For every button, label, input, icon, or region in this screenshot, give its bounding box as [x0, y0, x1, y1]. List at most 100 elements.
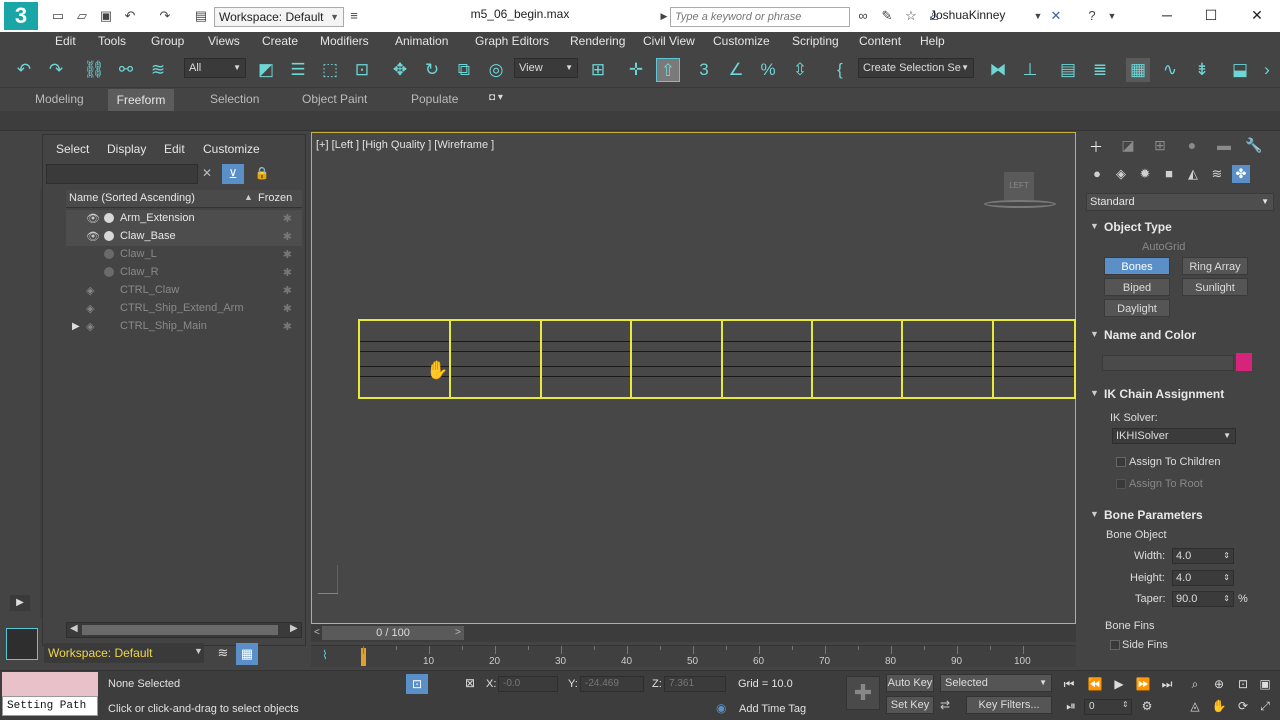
utilities-tab-icon[interactable]: 🔧	[1244, 137, 1264, 155]
help-icon[interactable]: ?	[1084, 8, 1100, 24]
spinner-snap-icon[interactable]: ⇳	[788, 58, 812, 82]
play-icon[interactable]: ▶	[1110, 676, 1128, 692]
explorer-menu-select[interactable]: Select	[56, 142, 89, 156]
freeze-icon[interactable]: ✱	[283, 212, 292, 225]
viewcube-ring[interactable]	[984, 200, 1056, 208]
object-name-field[interactable]	[1102, 355, 1234, 371]
menu-edit[interactable]: Edit	[55, 34, 76, 48]
list-item[interactable]: 👁 Claw_Base ✱	[66, 228, 302, 246]
curve-editor-mini-icon[interactable]: ⌇	[322, 648, 328, 662]
toolbar-overflow-icon[interactable]: ›	[1258, 58, 1276, 82]
menu-content[interactable]: Content	[859, 34, 901, 48]
ring-array-button[interactable]: Ring Array	[1182, 257, 1248, 275]
undo-icon[interactable]: ↶	[12, 58, 36, 82]
communication-icon[interactable]: ✎	[879, 8, 895, 24]
scene-explorer-toggle-icon[interactable]: ▤	[1056, 58, 1080, 82]
mirror-icon[interactable]: ⧓	[986, 58, 1010, 82]
display-tab-icon[interactable]: ▬	[1214, 137, 1234, 155]
select-manipulate-icon[interactable]: ✛	[624, 58, 648, 82]
set-key-button[interactable]: Set Key	[886, 696, 934, 714]
explorer-menu-display[interactable]: Display	[107, 142, 146, 156]
explorer-menu-edit[interactable]: Edit	[164, 142, 185, 156]
project-folder-icon[interactable]: ▤	[193, 8, 209, 24]
visibility-icon[interactable]: 👁	[86, 230, 100, 243]
shapes-icon[interactable]: ◈	[1112, 165, 1130, 183]
menu-tools[interactable]: Tools	[98, 34, 126, 48]
zoom-extents-all-icon[interactable]: ▣	[1256, 676, 1274, 692]
explorer-workspace-dropdown-icon[interactable]: ▼	[194, 646, 203, 656]
autogrid-checkbox[interactable]: AutoGrid	[1142, 241, 1185, 253]
motion-tab-icon[interactable]: ●	[1182, 137, 1202, 155]
redo-icon[interactable]: ↷	[44, 58, 68, 82]
search-input[interactable]: Type a keyword or phrase	[670, 7, 850, 27]
placement-icon[interactable]: ◎	[484, 58, 508, 82]
list-item[interactable]: ◈ CTRL_Claw ✱	[66, 282, 302, 300]
field-of-view-icon[interactable]: ◬	[1186, 698, 1204, 714]
rotate-icon[interactable]: ↻	[420, 58, 444, 82]
list-item[interactable]: Claw_R ✱	[66, 264, 302, 282]
height-spinner[interactable]: 4.0 ⇕	[1172, 570, 1234, 586]
menu-civil-view[interactable]: Civil View	[643, 34, 695, 48]
user-name[interactable]: JoshuaKinney	[930, 8, 1005, 22]
rollout-collapse-icon[interactable]: ▼	[1090, 509, 1099, 519]
ik-solver-combo[interactable]: IKHISolver ▼	[1112, 428, 1236, 444]
freeze-icon[interactable]: ✱	[283, 248, 292, 261]
menu-create[interactable]: Create	[262, 34, 298, 48]
open-file-icon[interactable]: ▱	[74, 8, 90, 24]
link-icon[interactable]: ⛓	[82, 58, 106, 82]
zoom-extents-icon[interactable]: ⊡	[1234, 676, 1252, 692]
expand-arrow-icon[interactable]: ▶	[72, 321, 80, 332]
menu-group[interactable]: Group	[151, 34, 184, 48]
align-icon[interactable]: ⊥	[1018, 58, 1042, 82]
filter-toggle-icon[interactable]: ⊻	[222, 164, 244, 184]
curve-editor-icon[interactable]: ∿	[1158, 58, 1182, 82]
assign-children-label[interactable]: Assign To Children	[1129, 456, 1221, 468]
key-filters-icon[interactable]: ⇄	[940, 698, 950, 712]
scroll-right-icon[interactable]: ▶	[290, 623, 298, 634]
sort-ascending-icon[interactable]: ▲	[244, 192, 253, 202]
save-file-icon[interactable]: ▣	[98, 8, 114, 24]
name-color-header[interactable]: Name and Color	[1104, 328, 1196, 342]
help-dropdown-icon[interactable]: ▼	[1104, 8, 1120, 24]
list-item[interactable]: 👁 Arm_Extension ✱	[66, 210, 302, 228]
hierarchy-tab-icon[interactable]: ⊞	[1150, 137, 1170, 155]
freeze-icon[interactable]: ✱	[283, 266, 292, 279]
select-object-icon[interactable]: ◩	[254, 58, 278, 82]
next-key-icon[interactable]: ⏩	[1134, 676, 1152, 692]
x-coordinate-field[interactable]: -0.0	[498, 676, 558, 692]
auto-key-button[interactable]: Auto Key	[886, 674, 934, 692]
bones-button[interactable]: Bones	[1104, 257, 1170, 275]
menu-scripting[interactable]: Scripting	[792, 34, 839, 48]
binoculars-icon[interactable]: ∞	[855, 8, 871, 24]
geometry-icon[interactable]: ●	[1088, 165, 1106, 183]
set-key-big-icon[interactable]: ✚	[846, 676, 880, 710]
sort-by-hierarchy-icon[interactable]: ≋	[214, 645, 232, 663]
freeze-icon[interactable]: ✱	[283, 230, 292, 243]
ribbon-toggle-icon[interactable]: ▦	[1126, 58, 1150, 82]
unlink-icon[interactable]: ⚯	[114, 58, 138, 82]
pan-view-icon[interactable]: ✋	[1210, 698, 1228, 714]
select-by-name-icon[interactable]: ☰	[286, 58, 310, 82]
taper-spinner[interactable]: 90.0 ⇕	[1172, 591, 1234, 607]
workspace-combo[interactable]: Workspace: Default ▼	[214, 7, 344, 27]
absolute-mode-icon[interactable]: ⊠	[462, 676, 478, 692]
next-frame-icon[interactable]: >	[455, 627, 461, 638]
workspace-menu-icon[interactable]: ≡	[346, 8, 362, 24]
zoom-icon[interactable]: ⌕	[1186, 676, 1204, 692]
menu-modifiers[interactable]: Modifiers	[320, 34, 369, 48]
object-color-swatch[interactable]	[1236, 353, 1252, 371]
lock-icon[interactable]: 🔒	[254, 166, 270, 182]
favorites-icon[interactable]: ☆	[903, 8, 919, 24]
key-mode-toggle-icon[interactable]: ⏯	[1062, 698, 1080, 714]
previous-key-icon[interactable]: ⏪	[1086, 676, 1104, 692]
clear-search-icon[interactable]: ✕	[200, 166, 214, 182]
undo-icon[interactable]: ↶	[122, 8, 138, 24]
menu-customize[interactable]: Customize	[713, 34, 770, 48]
helpers-icon[interactable]: ◭	[1184, 165, 1202, 183]
maxscript-mini-listener[interactable]: Setting Path	[2, 696, 98, 716]
side-fins-checkbox[interactable]	[1110, 640, 1120, 650]
time-slider-thumb[interactable]: 0 / 100	[322, 626, 464, 640]
zoom-all-icon[interactable]: ⊕	[1210, 676, 1228, 692]
scrollbar-thumb[interactable]	[82, 625, 278, 635]
snaps-toggle-icon[interactable]: 3	[692, 58, 716, 82]
